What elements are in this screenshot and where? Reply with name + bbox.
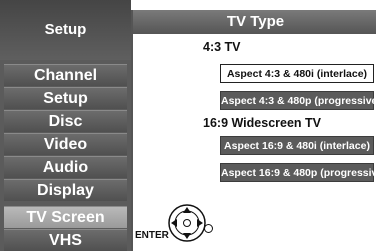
option-4-3-480i[interactable]: Aspect 4:3 & 480i (interlace) [220,64,374,83]
left-menu: Setup Channel Setup Disc Video Audio Dis… [0,0,131,251]
menu-item-setup[interactable]: Setup [4,87,127,109]
menu-title: Setup [0,0,131,60]
menu-item-disc[interactable]: Disc [4,110,127,132]
navigation-pad-icon [168,204,206,242]
setup-screen: Setup Channel Setup Disc Video Audio Dis… [0,0,376,251]
menu-item-audio[interactable]: Audio [4,156,127,178]
menu-item-channel[interactable]: Channel [4,64,127,86]
section-label-4-3: 4:3 TV [203,40,241,54]
enter-button-icon[interactable] [204,224,213,233]
enter-label: ENTER [135,230,169,241]
menu-item-video[interactable]: Video [4,133,127,155]
option-16-9-480i[interactable]: Aspect 16:9 & 480i (interlace) [220,136,374,155]
panel-title: TV Type [133,10,376,34]
menu-item-tv-screen[interactable]: TV Screen [4,206,127,228]
menu-item-vhs[interactable]: VHS [4,229,127,251]
menu-item-display[interactable]: Display [4,179,127,201]
option-16-9-480p[interactable]: Aspect 16:9 & 480p (progressive) [220,163,376,182]
section-label-16-9: 16:9 Widescreen TV [203,116,321,130]
option-4-3-480p[interactable]: Aspect 4:3 & 480p (progressive) [220,91,376,110]
